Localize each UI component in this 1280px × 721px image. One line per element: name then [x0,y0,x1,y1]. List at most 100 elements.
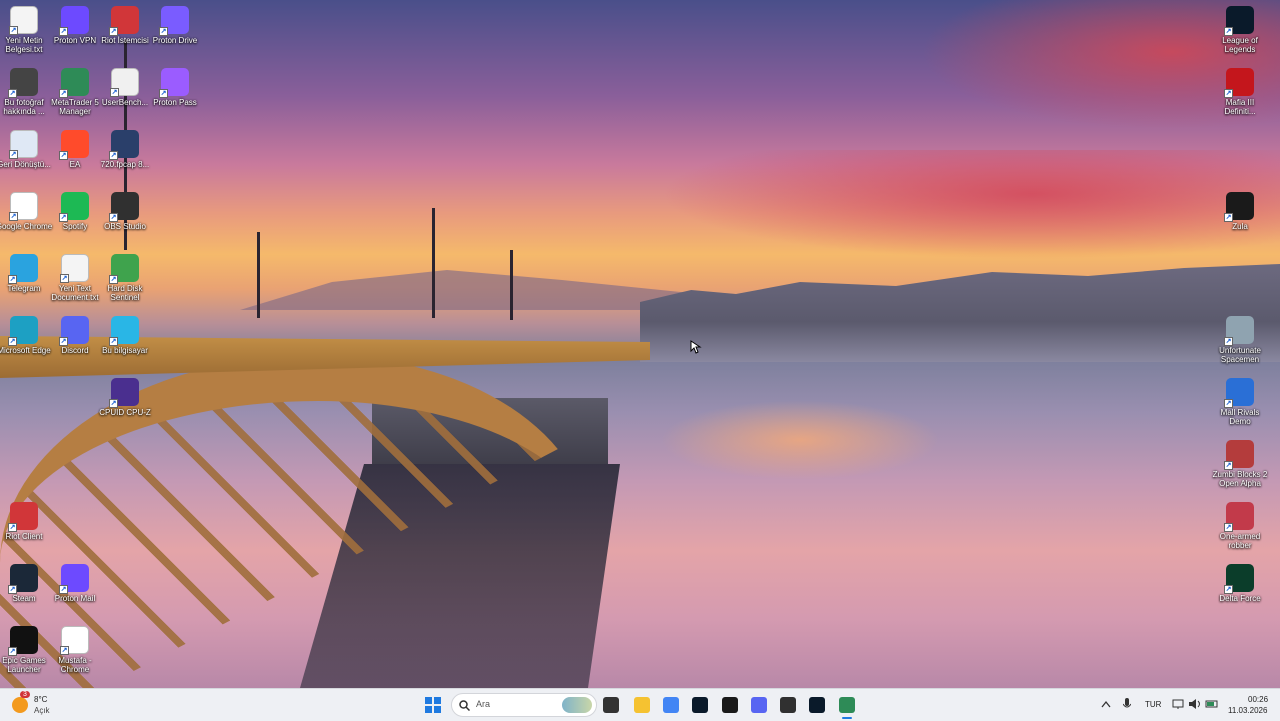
desktop-icon[interactable]: ↗ Proton VPN [50,6,100,68]
shortcut-arrow-icon: ↗ [109,27,118,36]
desktop-icon[interactable]: ↗ Mustafa - Chrome [50,626,100,688]
network-icon[interactable] [1172,698,1184,710]
desktop-icon[interactable]: ↗ Geri Dönüştü... [0,130,51,192]
desktop-icon[interactable]: ↗ 720.fpcap 8... [100,130,150,192]
monitor-icon: ↗ [109,316,139,346]
desktop-icon[interactable]: ↗ Microsoft Edge [0,316,51,378]
desktop-icon[interactable]: ↗ Epic Games Launcher [0,626,49,688]
wallpaper-city [640,264,1280,362]
desktop-icon[interactable]: ↗ Zumbi Blocks 2 Open Alpha [1213,440,1267,502]
desktop-icon[interactable]: ↗ OBS Studio [100,192,150,254]
search-icon [459,700,470,711]
desktop-icon-label: Proton Pass [153,98,197,107]
wallpaper-lamp [432,208,435,318]
weather-temp: 8°C [34,695,48,704]
discord-button[interactable] [748,694,770,716]
shortcut-arrow-icon: ↗ [1224,27,1233,36]
proton-vpn-icon: ↗ [59,6,89,36]
battery-icon[interactable] [1205,698,1219,710]
desktop-icon[interactable]: ↗ One-armed robber [1215,502,1265,564]
search-highlight-image [562,697,592,713]
desktop-icon-label: Zula [1232,222,1248,231]
chrome-icon: ↗ [9,192,38,221]
desktop-icon[interactable]: ↗ Yeni Metin Belgesi.txt [0,6,49,68]
camera-lens-icon: ↗ [8,68,38,98]
weather-widget[interactable]: 3 [10,691,30,715]
clock-time[interactable]: 00:26 [1248,695,1268,704]
shortcut-arrow-icon: ↗ [8,337,17,346]
microphone-icon[interactable] [1123,698,1131,711]
obs-button[interactable] [777,694,799,716]
desktop-icon[interactable]: ↗ EA [50,130,100,192]
desktop-icon[interactable]: ↗ Riot Client [0,502,49,564]
start-button[interactable] [422,694,444,716]
clock-icon: ↗ [110,68,139,97]
desktop-icon[interactable]: ↗ Steam [0,564,49,626]
desktop-icon[interactable]: ↗ Mall Rivals Demo [1215,378,1265,440]
shortcut-arrow-icon: ↗ [110,88,119,97]
steam-icon: ↗ [8,564,38,594]
desktop-icon-label: Unfortunate Spacemen [1219,346,1261,364]
shortcut-arrow-icon: ↗ [60,274,69,283]
shortcut-arrow-icon: ↗ [59,151,68,160]
edge-icon: ↗ [8,316,38,346]
discord-icon [751,697,767,713]
desktop-icon[interactable]: ↗ CPUID CPU-Z [99,378,151,440]
telegram-icon: ↗ [8,254,38,284]
desktop-icon-label: Hard Disk Sentinel [107,284,143,302]
shortcut-arrow-icon: ↗ [159,27,168,36]
shortcut-arrow-icon: ↗ [8,275,17,284]
desktop-icon[interactable]: ↗ League of Legends [1215,6,1265,68]
clock-date[interactable]: 11.03.2026 [1228,706,1267,715]
language-indicator[interactable]: TUR [1145,700,1161,709]
hard-disk-icon: ↗ [109,254,139,284]
desktop-icon[interactable]: ↗ Delta Force [1215,564,1265,626]
chevron-up-icon[interactable] [1101,700,1111,708]
desktop-icon[interactable]: ↗ Yeni Text Document.txt [50,254,100,316]
riot-client-icon: ↗ [8,502,38,532]
shortcut-arrow-icon: ↗ [1224,89,1233,98]
desktop-icon-label: Mustafa - Chrome [58,656,92,674]
shortcut-arrow-icon: ↗ [59,89,68,98]
desktop-icon[interactable]: ↗ Proton Mail [50,564,100,626]
mt5-button[interactable] [836,694,858,719]
one-armed-robber-icon: ↗ [1224,502,1254,532]
desktop-icon[interactable]: ↗ Zula [1215,192,1265,254]
desktop-icon[interactable]: ↗ Spotify [50,192,100,254]
desktop-icon[interactable]: ↗ Riot İstemcisi [100,6,150,68]
desktop-icon[interactable]: ↗ Mafia III Definiti... [1215,68,1265,130]
league-client-button[interactable] [806,694,828,716]
delta-force-icon: ↗ [1224,564,1254,594]
desktop-icon[interactable]: ↗ Google Chrome [0,192,52,254]
desktop-icon[interactable]: ↗ Proton Drive [150,6,200,68]
taskbar-search-box[interactable]: Ara [451,693,597,717]
chrome-profile-button[interactable] [660,694,682,716]
desktop-icon[interactable]: ↗ UserBench... [100,68,150,130]
desktop-icon[interactable]: ↗ Proton Pass [150,68,200,130]
moon-weather-icon [12,697,28,713]
shortcut-arrow-icon: ↗ [109,151,118,160]
shortcut-arrow-icon: ↗ [8,647,17,656]
shortcut-arrow-icon: ↗ [8,89,17,98]
desktop-icon-label: Proton Drive [152,36,198,45]
shortcut-arrow-icon: ↗ [59,585,68,594]
wallpaper-lamp [510,250,513,320]
desktop-icon[interactable]: ↗ Bu fotoğraf hakkında ... [0,68,49,130]
desktop-icon[interactable]: ↗ Hard Disk Sentinel [100,254,150,316]
league-of-legends-icon [809,697,825,713]
desktop-icon[interactable]: ↗ Telegram [0,254,49,316]
league-button[interactable] [689,694,711,716]
desktop-icon[interactable]: ↗ Bu bilgisayar [100,316,150,378]
desktop-icon[interactable]: ↗ Unfortunate Spacemen [1215,316,1265,378]
proton-mail-icon: ↗ [59,564,89,594]
desktop-icon-label: Mall Rivals Demo [1220,408,1260,426]
desktop-icon[interactable]: ↗ MetaTrader 5 Manager [50,68,100,130]
desktop-icon[interactable]: ↗ Discord [50,316,100,378]
speaker-icon[interactable] [1188,698,1202,710]
zula-button[interactable] [719,694,741,716]
file-explorer-button[interactable] [631,694,653,716]
task-view-button[interactable] [600,694,622,716]
shortcut-arrow-icon: ↗ [59,337,68,346]
shortcut-arrow-icon: ↗ [9,26,18,35]
wallpaper-lamp [257,232,260,318]
